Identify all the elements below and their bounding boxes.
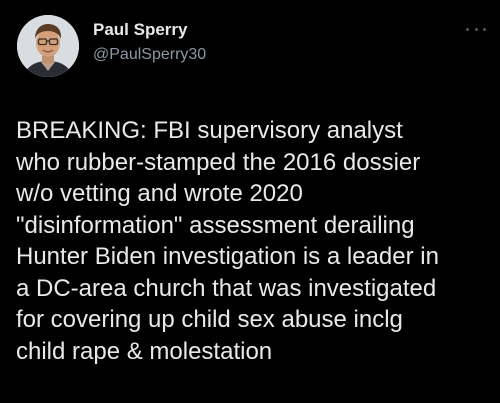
more-options-icon[interactable]	[466, 24, 486, 34]
more-dot	[483, 27, 486, 31]
author-display-name[interactable]: Paul Sperry	[93, 20, 188, 40]
avatar-photo	[17, 15, 79, 77]
tweet-body-text: BREAKING: FBI supervisory analyst who ru…	[16, 117, 439, 365]
author-handle[interactable]: @PaulSperry30	[93, 45, 206, 65]
more-dot	[474, 27, 478, 31]
avatar[interactable]	[17, 15, 79, 77]
more-dot	[466, 27, 469, 31]
tweet-card: Paul Sperry @PaulSperry30 BREAKING: FBI …	[0, 0, 500, 403]
